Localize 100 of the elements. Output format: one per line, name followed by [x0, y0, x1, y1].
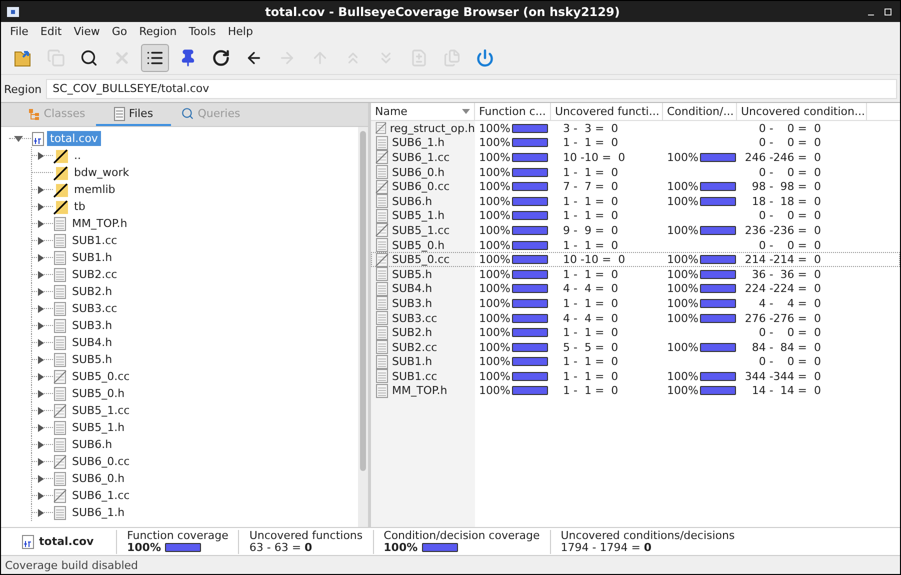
table-row[interactable]: SUB6_0.cc 100% 7 - 7 = 0 100% 98 - 98 = 0	[371, 179, 900, 194]
menu-item[interactable]: Region	[133, 25, 183, 38]
power-icon	[476, 48, 494, 66]
table-cell: 100%	[667, 340, 698, 354]
table-cell: 100%	[667, 370, 698, 383]
expand-arrow-icon[interactable]	[38, 338, 44, 346]
table-cell: 4 - 4 = 0	[563, 282, 618, 296]
window-controls-icon[interactable]	[866, 6, 894, 16]
coverage-bar	[700, 314, 736, 323]
tree-item[interactable]: bdw_work	[71, 165, 132, 180]
summary-label: Uncovered functions	[249, 530, 363, 542]
expand-arrow-icon[interactable]	[38, 152, 44, 160]
expand-arrow-icon[interactable]	[38, 304, 44, 312]
table-row[interactable]: SUB5_0.cc 100% 10 -10 = 0 100% 214 -214 = 0	[371, 252, 900, 267]
table-row[interactable]: SUB5_1.cc 100% 9 - 9 = 0 100% 236 -236 = 0	[371, 223, 900, 238]
expand-arrow-icon[interactable]	[38, 202, 44, 210]
tree-item[interactable]: SUB6_1.cc	[69, 488, 133, 503]
table-row[interactable]: SUB6_1.cc 100% 10 -10 = 0 100% 246 -246 = 0	[371, 150, 900, 165]
table-row[interactable]: SUB5_0.h 100% 1 - 1 = 0 0 - 0 = 0	[371, 238, 900, 252]
expand-arrow-icon[interactable]	[38, 254, 44, 262]
table-cell: reg_struct_op.h	[390, 122, 475, 135]
expand-arrow-icon[interactable]	[38, 322, 44, 330]
tree-item[interactable]: SUB2.cc	[69, 267, 120, 282]
table-row[interactable]: MM_TOP.h 100% 1 - 1 = 0 100% 14 - 14 = 0	[371, 384, 900, 398]
tree-item[interactable]: SUB5_0.h	[69, 386, 128, 401]
menu-item[interactable]: View	[68, 25, 106, 38]
expand-arrow-icon[interactable]	[38, 220, 44, 228]
table-row[interactable]: SUB2.h 100% 1 - 1 = 0 0 - 0 = 0	[371, 325, 900, 340]
table-cell: 0 - 0 = 0	[758, 122, 821, 135]
expand-arrow-icon[interactable]	[38, 390, 44, 398]
column-header[interactable]: Condition/...	[663, 103, 737, 120]
tree-item[interactable]: SUB6_1.h	[69, 505, 128, 520]
tree-item[interactable]: MM_TOP.h	[69, 216, 130, 231]
region-field[interactable]: SC_COV_BULLSEYE/total.cov	[46, 79, 897, 99]
table-cell: 100%	[479, 282, 510, 296]
tree-item[interactable]: SUB3.h	[69, 318, 116, 333]
tree-item[interactable]: SUB6.h	[69, 437, 116, 452]
tree-item[interactable]: SUB5.h	[69, 352, 116, 367]
collapse-arrow-icon[interactable]	[14, 136, 23, 142]
tree-item[interactable]: SUB1.cc	[69, 233, 120, 248]
tree-item[interactable]: ..	[71, 148, 84, 163]
table-cell: 100%	[667, 180, 698, 194]
table-row[interactable]: reg_struct_op.h 100% 3 - 3 = 0 0 - 0 = 0	[371, 121, 900, 136]
expand-arrow-icon[interactable]	[38, 458, 44, 466]
scrollbar[interactable]	[358, 127, 368, 527]
expand-arrow-icon[interactable]	[38, 508, 44, 516]
table-cell: SUB6_1.cc	[392, 150, 450, 164]
tree-item[interactable]: SUB1.h	[69, 250, 116, 265]
tree-item[interactable]: SUB3.cc	[69, 301, 120, 316]
tree-item[interactable]: memlib	[71, 182, 118, 197]
table-row[interactable]: SUB6.h 100% 1 - 1 = 0 100% 18 - 18 = 0	[371, 194, 900, 209]
table-row[interactable]: SUB1.h 100% 1 - 1 = 0 0 - 0 = 0	[371, 354, 900, 370]
table-row[interactable]: SUB3.cc 100% 4 - 4 = 0 100% 276 -276 = 0	[371, 310, 900, 326]
tree-item[interactable]: SUB4.h	[69, 335, 116, 350]
menu-item[interactable]: Edit	[34, 25, 68, 38]
column-header[interactable]: Uncovered condition...	[737, 103, 867, 120]
column-header[interactable]: Uncovered functi...	[551, 103, 663, 120]
column-header[interactable]: Function c...	[475, 103, 551, 120]
expand-arrow-icon[interactable]	[38, 492, 44, 500]
table-cell: 1 - 1 = 0	[563, 296, 618, 310]
tree-item[interactable]: SUB5_1.h	[69, 420, 128, 435]
expand-arrow-icon[interactable]	[38, 372, 44, 380]
tree-item[interactable]: SUB6_0.h	[69, 471, 128, 486]
table-row[interactable]: SUB6_0.h 100% 1 - 1 = 0 0 - 0 = 0	[371, 164, 900, 180]
tree-item[interactable]: SUB2.h	[69, 284, 116, 299]
expand-arrow-icon[interactable]	[38, 288, 44, 296]
tree-item[interactable]: SUB6_0.cc	[69, 454, 133, 469]
document-icon	[375, 136, 389, 150]
column-header[interactable]: Name	[371, 103, 475, 120]
expand-arrow-icon[interactable]	[38, 424, 44, 432]
expand-arrow-icon[interactable]	[38, 186, 44, 194]
table-row[interactable]: SUB4.h 100% 4 - 4 = 0 100% 224 -224 = 0	[371, 282, 900, 296]
table-cell: SUB3.cc	[392, 312, 438, 325]
expand-arrow-icon[interactable]	[38, 270, 44, 278]
expand-arrow-icon[interactable]	[38, 440, 44, 448]
menu-item[interactable]: File	[4, 25, 34, 38]
tree-item[interactable]: SUB5_1.cc	[69, 403, 133, 418]
coverage-bar	[700, 284, 736, 294]
menu-item[interactable]: Go	[106, 25, 134, 38]
table-row[interactable]: SUB3.h 100% 1 - 1 = 0 100% 4 - 4 = 0	[371, 296, 900, 311]
table-cell: SUB6.h	[392, 194, 432, 208]
expand-arrow-icon[interactable]	[38, 236, 44, 244]
table-row[interactable]: SUB5.h 100% 1 - 1 = 0 100% 36 - 36 = 0	[371, 266, 900, 282]
table-row[interactable]: SUB6_1.h 100% 1 - 1 = 0 0 - 0 = 0	[371, 136, 900, 150]
table-cell: 84 - 84 = 0	[752, 340, 821, 354]
table-row[interactable]: SUB2.cc 100% 5 - 5 = 0 100% 84 - 84 = 0	[371, 340, 900, 354]
table-row[interactable]: SUB5_1.h 100% 1 - 1 = 0 0 - 0 = 0	[371, 208, 900, 224]
expand-arrow-icon[interactable]	[38, 474, 44, 482]
coverage-bar	[700, 152, 736, 162]
window-title: total.cov - BullseyeCoverage Browser (on hsky2129)	[264, 4, 621, 18]
coverage-bar	[422, 543, 458, 552]
menu-item[interactable]: Tools	[182, 25, 222, 38]
toolbar-button[interactable]	[141, 44, 169, 72]
tree-item[interactable]: SUB5_0.cc	[69, 369, 133, 384]
expand-arrow-icon[interactable]	[38, 406, 44, 414]
expand-arrow-icon[interactable]	[38, 356, 44, 364]
table-cell: 1 - 1 = 0	[563, 136, 618, 150]
menu-item[interactable]: Help	[222, 25, 259, 38]
table-row[interactable]: SUB1.cc 100% 1 - 1 = 0 100% 344 -344 = 0	[371, 369, 900, 384]
tree-item[interactable]: tb	[71, 199, 88, 214]
